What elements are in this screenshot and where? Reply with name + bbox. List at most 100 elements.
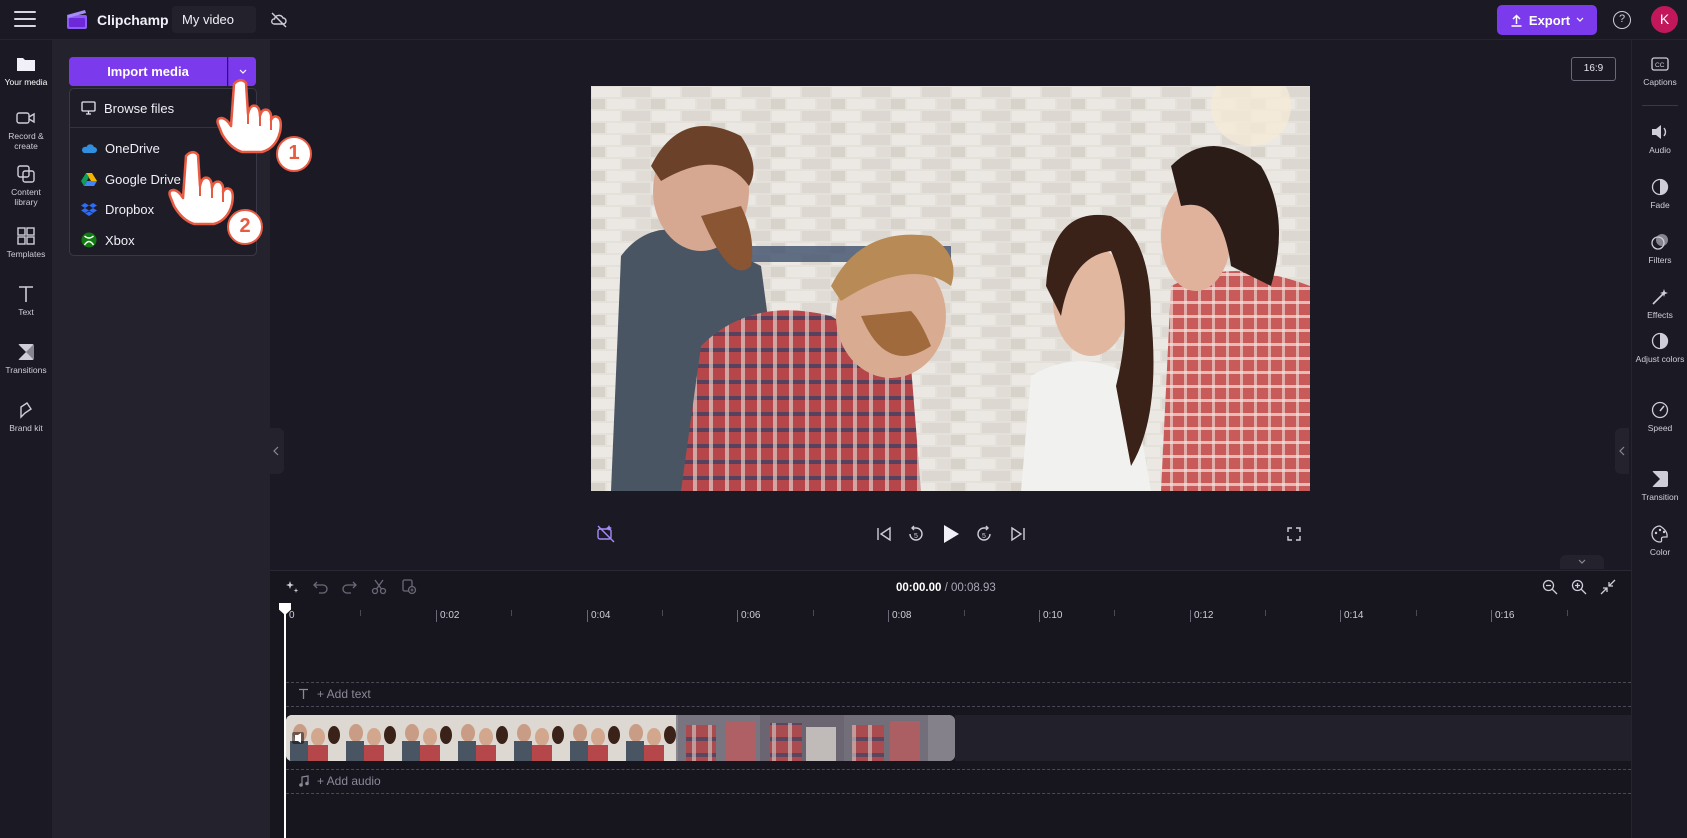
track-divider (286, 769, 1631, 770)
magic-camera-off-icon[interactable] (596, 524, 616, 544)
duplicate-icon[interactable] (401, 579, 417, 595)
import-media-button[interactable]: Import media (69, 57, 227, 86)
menu-icon[interactable] (14, 11, 36, 29)
magic-wand-icon (1650, 287, 1670, 307)
fade-icon (1650, 177, 1670, 197)
redo-icon[interactable] (342, 580, 357, 594)
chevron-down-icon (239, 69, 247, 74)
templates-icon (16, 226, 36, 246)
upload-icon (1511, 13, 1522, 27)
library-icon (16, 164, 36, 184)
track-divider (286, 682, 1631, 683)
ruler-tick (587, 610, 588, 622)
video-clip[interactable] (286, 715, 955, 761)
ruler-tick (1340, 610, 1341, 622)
chevron-down-icon (1576, 17, 1584, 22)
skip-back-icon[interactable] (876, 526, 892, 542)
fit-to-screen-icon[interactable] (1600, 579, 1616, 595)
rail-item-captions[interactable]: CC Captions (1632, 54, 1687, 87)
speedometer-icon (1650, 400, 1670, 420)
cloud-off-icon[interactable] (270, 11, 288, 29)
rail-item-text[interactable]: Text (0, 284, 52, 317)
pointer-hand-icon (216, 79, 283, 154)
add-audio-label: + Add audio (317, 774, 381, 788)
undo-icon[interactable] (313, 580, 328, 594)
captions-icon: CC (1650, 54, 1670, 74)
rail-item-speed[interactable]: Speed (1632, 400, 1687, 433)
ruler-label: 0:10 (1043, 610, 1063, 621)
left-rail: Your media Record & create Content libra… (0, 40, 52, 838)
rail-label: Fade (1650, 200, 1670, 210)
rail-item-adjust-colors[interactable]: Adjust colors (1632, 331, 1687, 364)
svg-text:5: 5 (982, 533, 986, 540)
pointer-hand-icon (168, 151, 235, 226)
forward-5-icon[interactable]: 5 (975, 525, 993, 543)
rail-label: Brand kit (9, 423, 43, 433)
zoom-out-icon[interactable] (1542, 579, 1558, 595)
rail-item-transitions[interactable]: Transitions (0, 342, 52, 375)
expand-timeline-handle[interactable] (1560, 555, 1604, 569)
aspect-ratio-button[interactable]: 16:9 (1571, 57, 1616, 81)
chevron-left-icon (273, 446, 279, 456)
transitions-icon (16, 342, 36, 362)
chevron-left-icon (1619, 446, 1625, 456)
menu-item-label: Xbox (105, 232, 135, 248)
ruler-label: 0:12 (1194, 610, 1214, 621)
ruler-tick (511, 610, 512, 616)
scissors-icon[interactable] (371, 579, 387, 595)
video-frame-image (591, 86, 1310, 491)
play-icon[interactable] (942, 524, 960, 544)
rail-item-your-media[interactable]: Your media (0, 54, 52, 87)
video-track-empty (955, 715, 1631, 761)
add-audio-track[interactable]: + Add audio (298, 774, 381, 788)
zoom-in-icon[interactable] (1571, 579, 1587, 595)
current-time: 00:00.00 (896, 582, 942, 594)
fullscreen-icon[interactable] (1287, 527, 1301, 541)
google-drive-icon (81, 173, 97, 186)
collapse-left-panel-handle[interactable] (270, 428, 284, 474)
magic-wand-icon[interactable] (284, 579, 300, 595)
skip-forward-icon[interactable] (1010, 526, 1026, 542)
avatar[interactable]: K (1651, 6, 1678, 33)
export-button[interactable]: Export (1497, 5, 1597, 35)
rail-label: Effects (1647, 310, 1673, 320)
rail-item-filters[interactable]: Filters (1632, 232, 1687, 265)
rail-label: Record & create (8, 131, 44, 151)
rail-label: Content library (11, 187, 41, 207)
rail-item-effects[interactable]: Effects (1632, 287, 1687, 320)
playhead[interactable] (284, 604, 286, 838)
monitor-icon (81, 101, 96, 115)
menu-item-label: OneDrive (105, 140, 160, 156)
add-text-track[interactable]: + Add text (298, 687, 371, 701)
ruler-tick (888, 610, 889, 622)
chevron-down-icon (1578, 559, 1586, 564)
rail-label: Color (1649, 547, 1671, 557)
rail-item-fade[interactable]: Fade (1632, 177, 1687, 210)
rail-label: Transition (1641, 492, 1679, 502)
help-icon[interactable]: ? (1613, 11, 1631, 29)
rail-item-color[interactable]: Color (1632, 524, 1687, 557)
rail-item-templates[interactable]: Templates (0, 226, 52, 259)
timeline-ruler[interactable]: 0 0:02 0:04 0:06 0:08 0:10 0:12 0:14 0:1… (285, 606, 1631, 626)
video-preview[interactable] (591, 86, 1310, 491)
menu-item-label: Dropbox (105, 201, 155, 217)
rail-item-audio[interactable]: Audio (1632, 122, 1687, 155)
menu-item-label: Browse files (104, 100, 175, 116)
rewind-5-icon[interactable]: 5 (907, 525, 925, 543)
track-divider (286, 793, 1631, 794)
ruler-label: 0:08 (892, 610, 912, 621)
project-name-field[interactable]: My video (172, 6, 256, 33)
divider (1642, 105, 1678, 106)
rail-label: Templates (6, 249, 46, 259)
rail-item-transition[interactable]: Transition (1632, 469, 1687, 502)
collapse-right-panel-handle[interactable] (1615, 428, 1629, 474)
rail-item-content-library[interactable]: Content library (0, 164, 52, 207)
ruler-tick (1190, 610, 1191, 622)
rail-label: Transitions (5, 365, 47, 375)
ruler-tick (1567, 610, 1568, 616)
add-text-label: + Add text (317, 687, 371, 701)
rail-item-record-create[interactable]: Record & create (0, 108, 52, 151)
rail-item-brand-kit[interactable]: Brand kit (0, 400, 52, 433)
right-rail: CC Captions Audio Fade Filters Effects A… (1631, 40, 1687, 838)
ruler-tick (1491, 610, 1492, 622)
